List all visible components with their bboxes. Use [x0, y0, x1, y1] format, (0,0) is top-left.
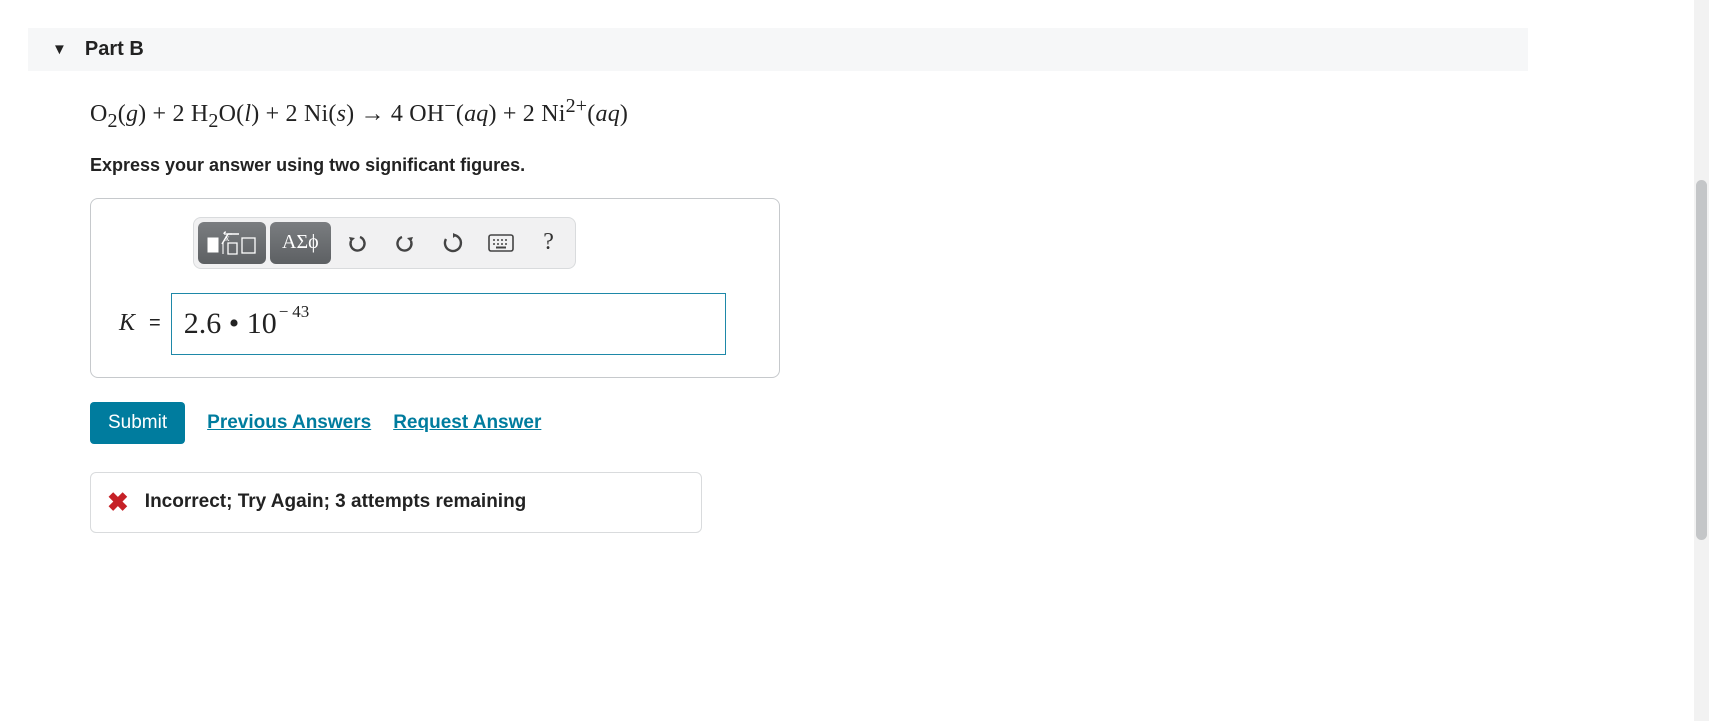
feedback-box: ✖ Incorrect; Try Again; 3 attempts remai… — [90, 472, 702, 533]
answer-input[interactable]: 2.6 • 10 −43 — [171, 293, 726, 355]
templates-button[interactable]: x — [198, 222, 266, 264]
help-button[interactable]: ? — [527, 222, 571, 264]
previous-answers-link[interactable]: Previous Answers — [207, 412, 371, 434]
answer-card: x ΑΣϕ — [90, 198, 780, 378]
request-answer-link[interactable]: Request Answer — [393, 412, 541, 434]
equals-sign: = — [149, 312, 161, 335]
scrollbar-thumb[interactable] — [1696, 180, 1707, 540]
editor-toolbar: x ΑΣϕ — [193, 217, 576, 269]
answer-value-base: 2.6 • 10 — [184, 307, 277, 341]
instruction-text: Express your answer using two significan… — [90, 155, 1681, 176]
reaction-equation: O2(g) + 2 H2O(l) + 2 Ni(s) → 4 OH−(aq) +… — [90, 95, 1681, 133]
redo-button[interactable] — [383, 222, 427, 264]
answer-value-exponent: −43 — [279, 302, 310, 322]
keyboard-button[interactable] — [479, 222, 523, 264]
part-title: Part B — [85, 38, 144, 61]
feedback-message: Incorrect; Try Again; 3 attempts remaini… — [145, 491, 527, 513]
undo-button[interactable] — [335, 222, 379, 264]
caret-down-icon: ▼ — [52, 41, 67, 58]
scrollbar[interactable] — [1694, 0, 1709, 721]
submit-button[interactable]: Submit — [90, 402, 185, 444]
reset-button[interactable] — [431, 222, 475, 264]
incorrect-x-icon: ✖ — [107, 487, 129, 518]
greek-button[interactable]: ΑΣϕ — [270, 222, 331, 264]
answer-variable: K — [109, 310, 145, 337]
part-header[interactable]: ▼ Part B — [28, 28, 1528, 71]
